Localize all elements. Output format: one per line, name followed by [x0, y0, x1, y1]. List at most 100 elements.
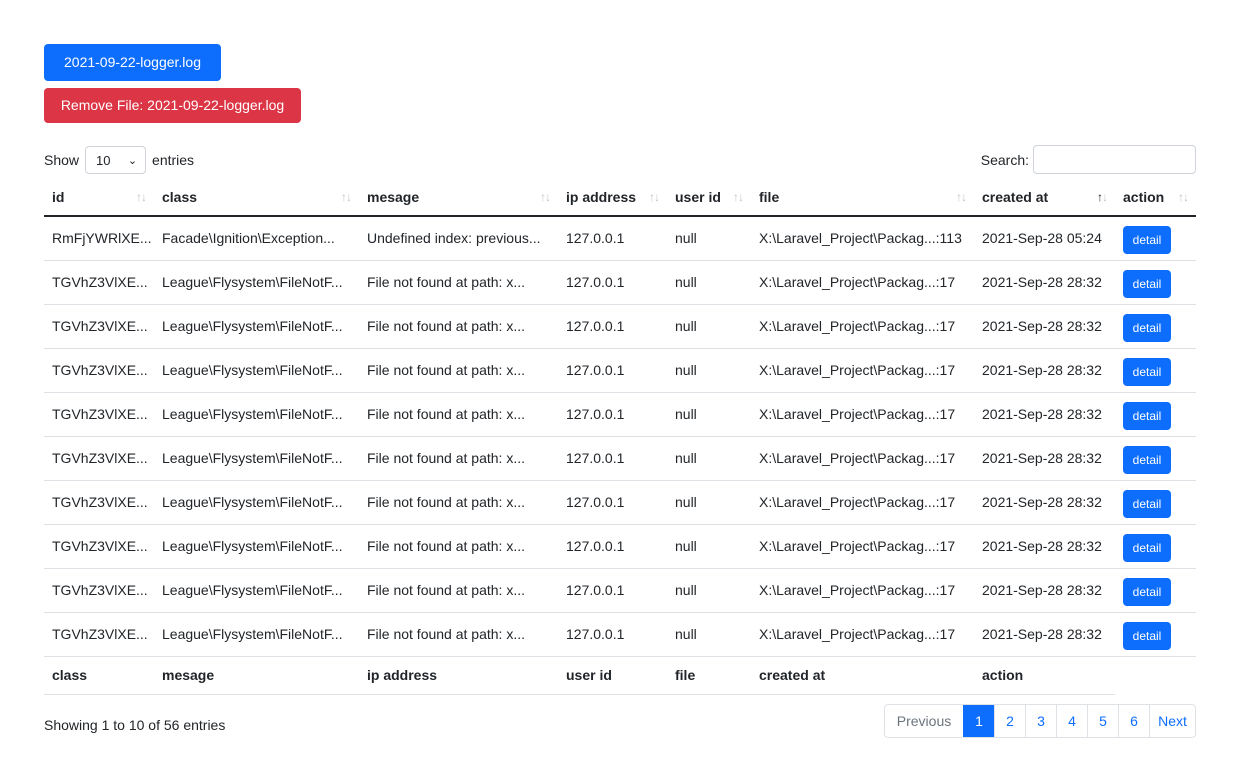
cell-created-at: 2021-Sep-28 28:32 [974, 436, 1115, 481]
cell-ip: 127.0.0.1 [558, 436, 667, 481]
log-file-button[interactable]: 2021-09-22-logger.log [44, 44, 221, 81]
cell-id: TGVhZ3VlXE... [44, 260, 154, 305]
detail-button[interactable]: detail [1123, 357, 1171, 386]
cell-id: TGVhZ3VlXE... [44, 392, 154, 437]
cell-action: detail [1115, 392, 1196, 437]
column-header-ip-address[interactable]: ip address ↑↓ [558, 178, 667, 217]
footer-cell-file: file [667, 656, 751, 695]
cell-id: TGVhZ3VlXE... [44, 524, 154, 569]
pagination-page-6[interactable]: 6 [1118, 705, 1149, 737]
sort-icon: ↑↓ [733, 190, 744, 204]
entries-select[interactable]: 10 ⌄ [85, 146, 147, 174]
column-header-label: user id [675, 188, 721, 205]
search-label: Search: [980, 151, 1029, 168]
cell-message: File not found at path: x... [359, 436, 558, 481]
column-header-user-id[interactable]: user id ↑↓ [667, 178, 751, 217]
footer-cell-created-at: created at [751, 656, 974, 695]
cell-class: League\Flysystem\FileNotF... [154, 524, 359, 569]
cell-file: X:\Laravel_Project\Packag...:113 [751, 216, 974, 261]
cell-ip: 127.0.0.1 [558, 348, 667, 393]
detail-button[interactable]: detail [1123, 401, 1171, 430]
detail-button[interactable]: detail [1123, 577, 1171, 606]
sort-icon: ↑↓ [1178, 190, 1189, 204]
cell-ip: 127.0.0.1 [558, 260, 667, 305]
detail-button[interactable]: detail [1123, 269, 1171, 298]
table-footer-row: class mesage ip address user id file created … [44, 656, 1196, 695]
detail-button[interactable]: detail [1123, 445, 1171, 474]
cell-message: File not found at path: x... [359, 568, 558, 613]
detail-button[interactable]: detail [1123, 225, 1171, 254]
cell-user-id: null [667, 216, 751, 261]
cell-created-at: 2021-Sep-28 28:32 [974, 304, 1115, 349]
column-header-label: created at [982, 188, 1049, 205]
cell-message: Undefined index: previous... [359, 216, 558, 261]
column-header-created-at[interactable]: created at ↑↓ [974, 178, 1115, 217]
sort-icon: ↑↓ [649, 190, 660, 204]
column-header-mesage[interactable]: mesage ↑↓ [359, 178, 558, 217]
pagination-page-4[interactable]: 4 [1056, 705, 1087, 737]
table-info: Showing 1 to 10 of 56 entries [44, 717, 226, 733]
cell-created-at: 2021-Sep-28 28:32 [974, 568, 1115, 613]
pagination-page-3[interactable]: 3 [1025, 705, 1056, 737]
cell-class: League\Flysystem\FileNotF... [154, 568, 359, 613]
cell-ip: 127.0.0.1 [558, 304, 667, 349]
cell-ip: 127.0.0.1 [558, 216, 667, 261]
pagination-page-2[interactable]: 2 [994, 705, 1025, 737]
cell-file: X:\Laravel_Project\Packag...:17 [751, 480, 974, 525]
chevron-down-icon: ⌄ [127, 154, 138, 167]
table-row: TGVhZ3VlXE... League\Flysystem\FileNotF..… [44, 480, 1196, 525]
column-header-label: action [1123, 188, 1165, 205]
cell-file: X:\Laravel_Project\Packag...:17 [751, 524, 974, 569]
entries-label: entries [152, 152, 195, 168]
detail-button[interactable]: detail [1123, 621, 1171, 650]
cell-id: TGVhZ3VlXE... [44, 436, 154, 481]
sort-icon: ↑↓ [956, 190, 967, 204]
detail-button[interactable]: detail [1123, 313, 1171, 342]
pagination-page-1[interactable]: 1 [963, 705, 994, 737]
cell-action: detail [1115, 216, 1196, 261]
footer-cell-class: class [44, 656, 154, 695]
cell-message: File not found at path: x... [359, 480, 558, 525]
cell-ip: 127.0.0.1 [558, 524, 667, 569]
column-header-id[interactable]: id ↑↓ [44, 178, 154, 217]
sort-icon: ↑↓ [540, 190, 551, 204]
cell-user-id: null [667, 348, 751, 393]
cell-action: detail [1115, 348, 1196, 393]
detail-button[interactable]: detail [1123, 489, 1171, 518]
cell-message: File not found at path: x... [359, 304, 558, 349]
cell-action: detail [1115, 612, 1196, 657]
table-row: TGVhZ3VlXE... League\Flysystem\FileNotF..… [44, 612, 1196, 657]
remove-file-button[interactable]: Remove File: 2021-09-22-logger.log [44, 88, 301, 123]
cell-class: League\Flysystem\FileNotF... [154, 260, 359, 305]
cell-id: TGVhZ3VlXE... [44, 568, 154, 613]
pagination: Previous 1 2 3 4 5 6 Next [884, 704, 1196, 738]
cell-ip: 127.0.0.1 [558, 568, 667, 613]
table-row: TGVhZ3VlXE... League\Flysystem\FileNotF..… [44, 436, 1196, 481]
cell-action: detail [1115, 304, 1196, 349]
cell-created-at: 2021-Sep-28 28:32 [974, 480, 1115, 525]
cell-file: X:\Laravel_Project\Packag...:17 [751, 348, 974, 393]
cell-user-id: null [667, 612, 751, 657]
footer-cell-empty [1115, 656, 1196, 694]
cell-class: League\Flysystem\FileNotF... [154, 304, 359, 349]
pagination-previous[interactable]: Previous [885, 705, 963, 737]
cell-action: detail [1115, 260, 1196, 305]
cell-message: File not found at path: x... [359, 348, 558, 393]
detail-button[interactable]: detail [1123, 533, 1171, 562]
cell-class: League\Flysystem\FileNotF... [154, 392, 359, 437]
column-header-class[interactable]: class ↑↓ [154, 178, 359, 217]
cell-action: detail [1115, 436, 1196, 481]
cell-id: TGVhZ3VlXE... [44, 304, 154, 349]
cell-user-id: null [667, 480, 751, 525]
search-input[interactable] [1033, 145, 1196, 174]
column-header-label: file [759, 188, 780, 205]
column-header-file[interactable]: file ↑↓ [751, 178, 974, 217]
entries-select-value: 10 [96, 152, 111, 168]
column-header-action[interactable]: action ↑↓ [1115, 178, 1196, 217]
cell-ip: 127.0.0.1 [558, 480, 667, 525]
pagination-page-5[interactable]: 5 [1087, 705, 1118, 737]
column-header-label: mesage [367, 188, 420, 205]
cell-user-id: null [667, 524, 751, 569]
cell-ip: 127.0.0.1 [558, 392, 667, 437]
pagination-next[interactable]: Next [1149, 705, 1195, 737]
